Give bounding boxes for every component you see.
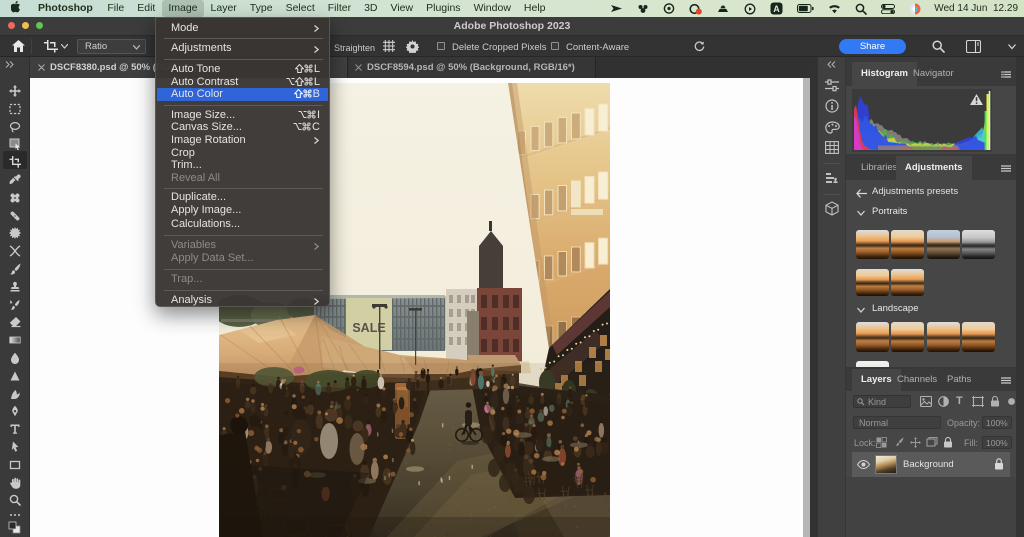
svg-text:SALE: SALE bbox=[352, 321, 385, 335]
svg-text:A: A bbox=[773, 4, 780, 14]
